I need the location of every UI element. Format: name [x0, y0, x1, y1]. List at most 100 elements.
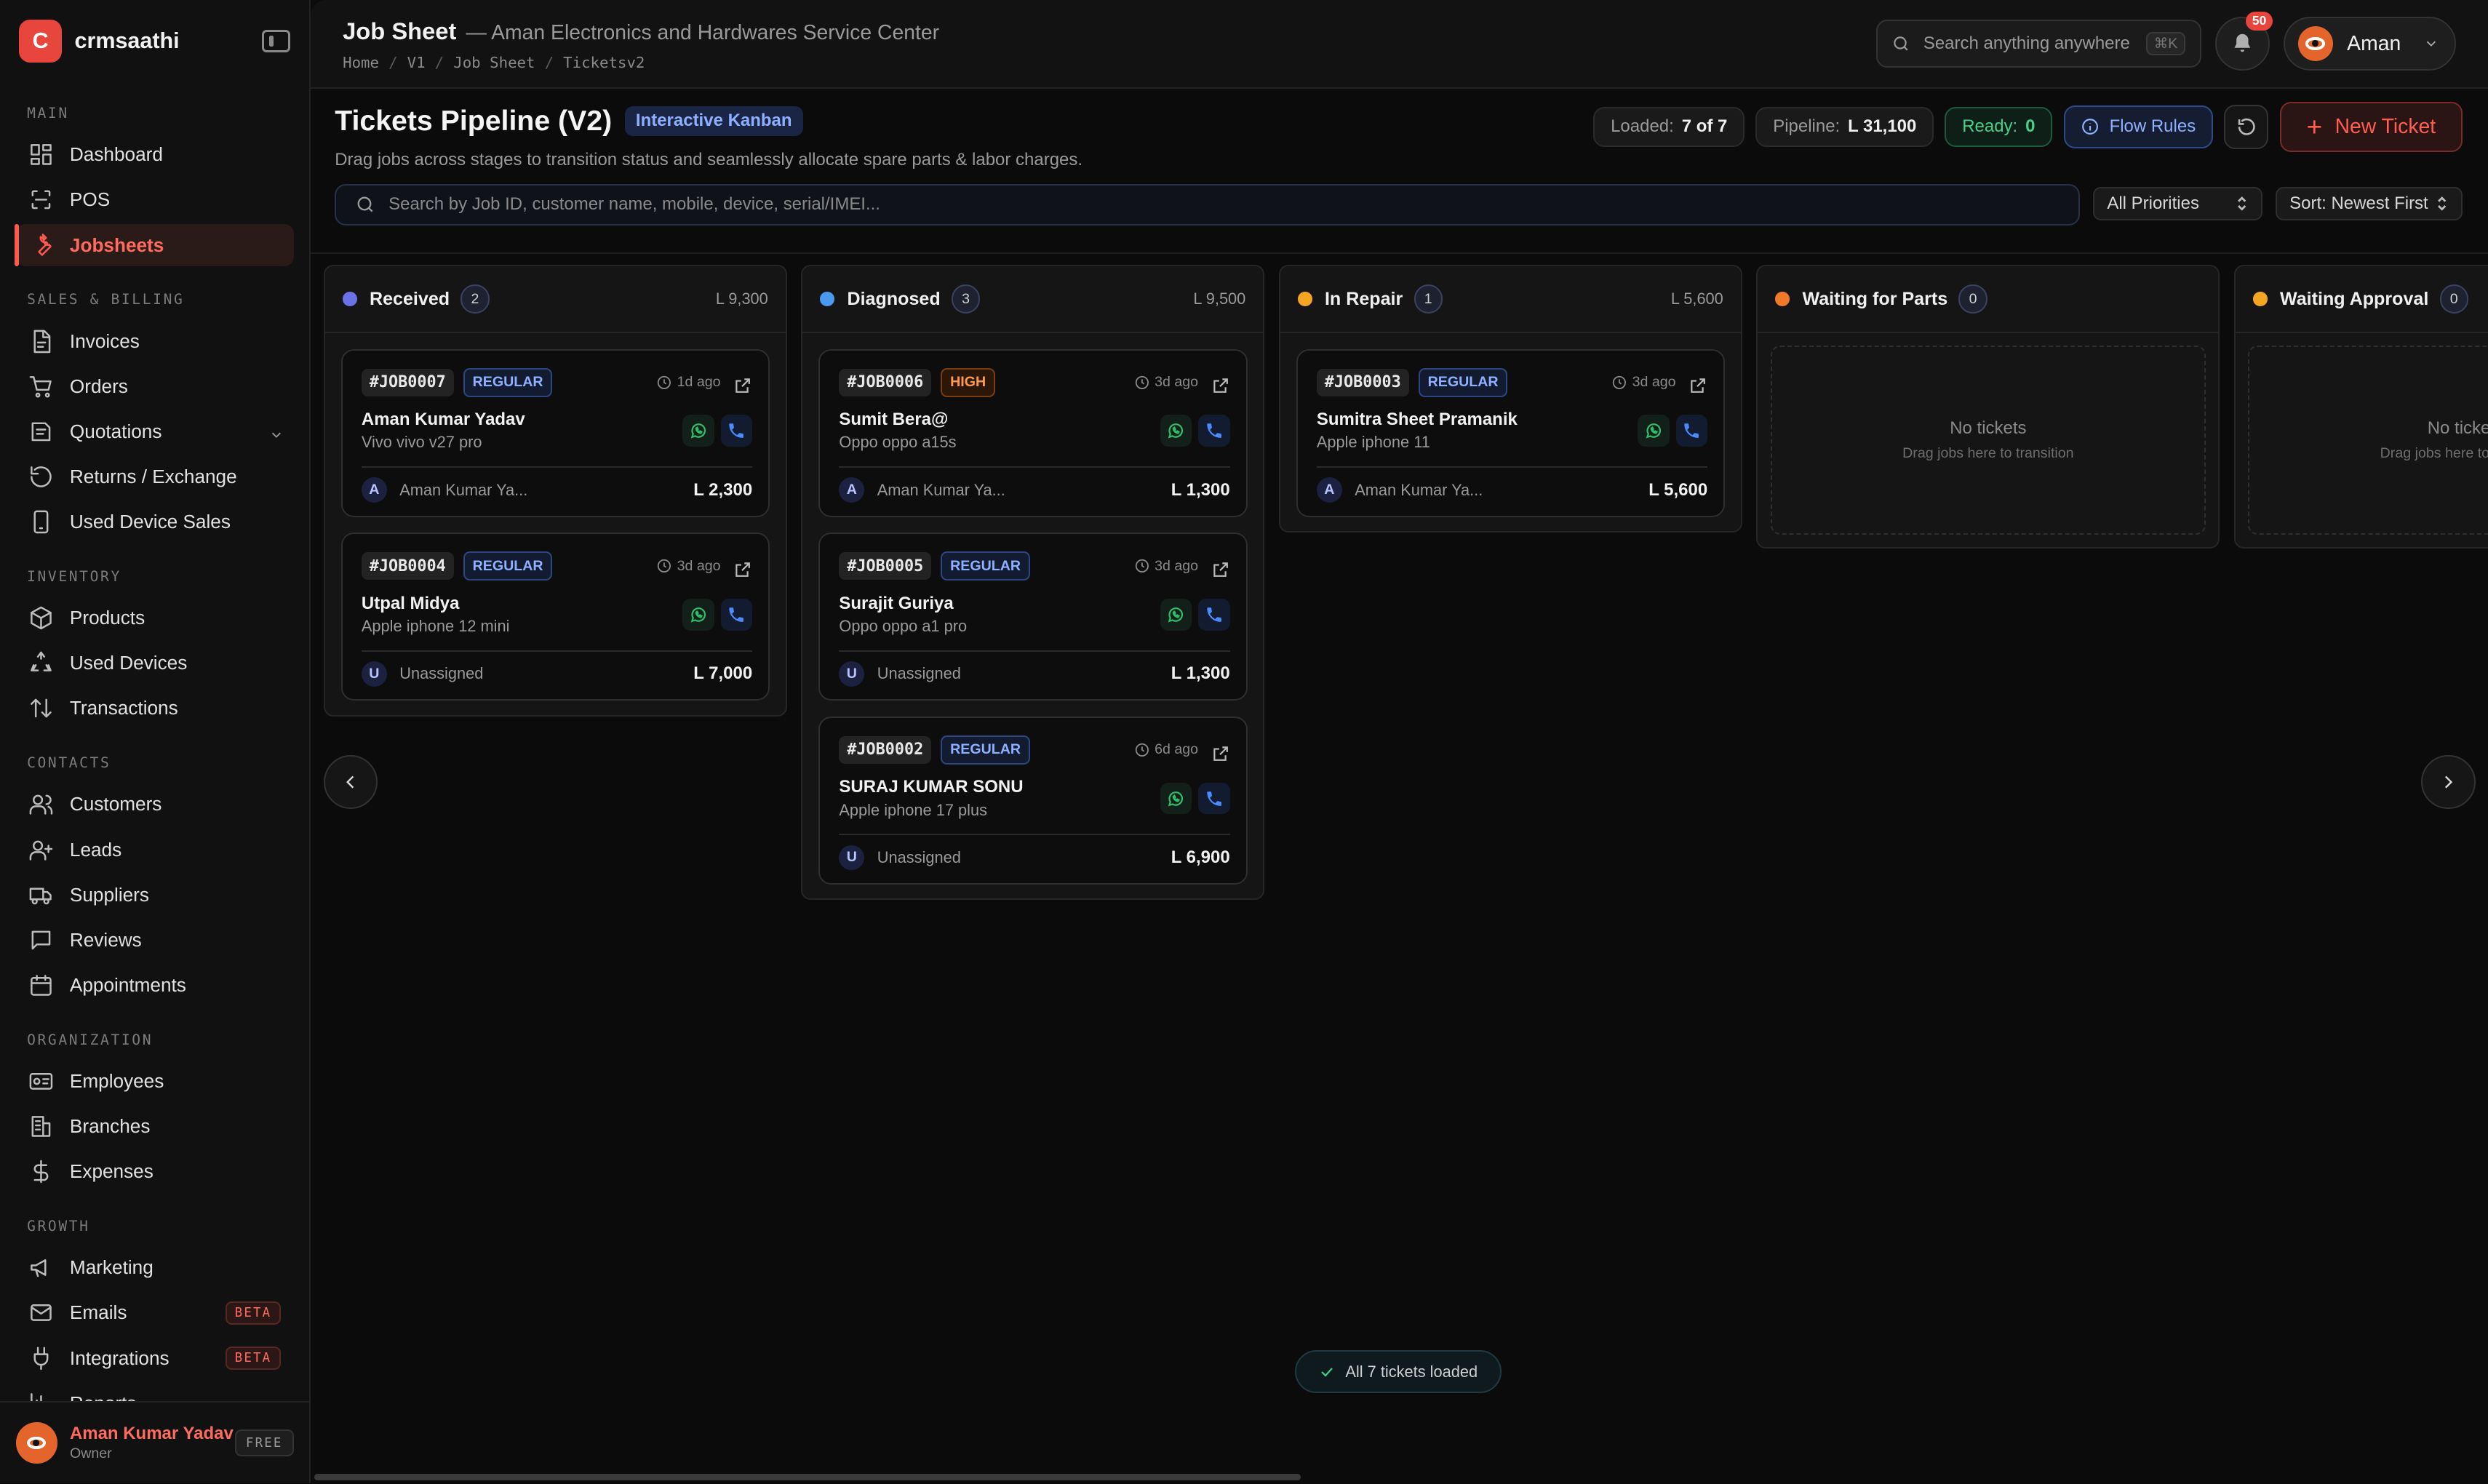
- sidebar-item-orders[interactable]: Orders: [16, 365, 294, 408]
- phone-icon[interactable]: [1198, 599, 1230, 631]
- sort-select[interactable]: Sort: Newest First: [2275, 187, 2463, 221]
- sidebar-item-suppliers[interactable]: Suppliers: [16, 874, 294, 917]
- job-id: #JOB0006: [839, 368, 932, 396]
- sidebar-item-leads[interactable]: Leads: [16, 829, 294, 871]
- phone-icon[interactable]: [1198, 415, 1230, 447]
- global-search-input[interactable]: Search anything anywhere ⌘K: [1875, 20, 2201, 68]
- customer-info: Sumitra Sheet Pramanik Apple iphone 11: [1317, 410, 1632, 452]
- profile-menu-button[interactable]: Aman: [2284, 16, 2457, 71]
- horizontal-scrollbar[interactable]: [311, 1471, 2487, 1483]
- dollar-icon: [28, 1159, 54, 1184]
- loaded-stat-label: Loaded:: [1611, 116, 1674, 137]
- priority-filter-select[interactable]: All Priorities: [2092, 187, 2263, 221]
- chevron-left-icon: [346, 775, 354, 789]
- flow-rules-button[interactable]: Flow Rules: [2063, 105, 2213, 148]
- phone-icon[interactable]: [720, 415, 753, 447]
- sidebar-item-jobsheets[interactable]: Jobsheets: [14, 223, 294, 267]
- whatsapp-icon[interactable]: [1160, 599, 1192, 631]
- external-link-icon[interactable]: [733, 373, 752, 394]
- ticket-card[interactable]: #JOB0003 REGULAR 3d ago Sumitra Sheet Prama…: [1296, 348, 1725, 517]
- breadcrumb-item[interactable]: V1: [407, 54, 426, 71]
- whatsapp-icon[interactable]: [682, 599, 714, 631]
- breadcrumb-item[interactable]: Home: [343, 54, 379, 71]
- column-count-badge: 0: [2439, 284, 2468, 314]
- external-link-icon[interactable]: [1211, 373, 1230, 394]
- ticket-card[interactable]: #JOB0002 REGULAR 6d ago SURAJ KUMAR SONU App…: [818, 716, 1248, 885]
- customer-info: Sumit Bera@ Oppo oppo a15s: [839, 410, 1154, 452]
- whatsapp-icon[interactable]: [1638, 415, 1670, 447]
- brand-logo[interactable]: C: [19, 20, 63, 63]
- box-icon: [28, 605, 54, 631]
- ticket-card[interactable]: #JOB0006 HIGH 3d ago Sumit Bera@ Oppo oppo a…: [818, 348, 1248, 517]
- external-link-icon[interactable]: [1211, 556, 1230, 577]
- external-link-icon[interactable]: [1688, 373, 1707, 394]
- sidebar-item-quotations[interactable]: Quotations: [16, 410, 294, 453]
- clock-icon: [1135, 559, 1149, 573]
- ticket-card[interactable]: #JOB0007 REGULAR 1d ago Aman Kumar Yadav Viv…: [340, 348, 770, 517]
- empty-dropzone[interactable]: No tickets Drag jobs here to transition: [2248, 346, 2488, 535]
- ticket-card[interactable]: #JOB0004 REGULAR 3d ago Utpal Midya Apple ip…: [340, 532, 770, 701]
- sidebar-item-branches[interactable]: Branches: [16, 1105, 294, 1148]
- sidebar-item-employees[interactable]: Employees: [16, 1060, 294, 1103]
- notifications-button[interactable]: 50: [2215, 12, 2273, 71]
- external-link-icon[interactable]: [733, 556, 752, 577]
- time-ago-text: 3d ago: [1155, 557, 1199, 574]
- sidebar-item-emails[interactable]: Emails BETA: [16, 1291, 294, 1334]
- empty-dropzone[interactable]: No tickets Drag jobs here to transition: [1770, 346, 2206, 535]
- sidebar-item-expenses[interactable]: Expenses: [16, 1150, 294, 1193]
- breadcrumb-separator: /: [544, 53, 554, 71]
- sidebar-item-transactions[interactable]: Transactions: [16, 687, 294, 730]
- sidebar-item-label: Transactions: [69, 697, 178, 719]
- whatsapp-icon[interactable]: [1160, 415, 1192, 447]
- cart-icon: [28, 374, 54, 399]
- column-count-badge: 1: [1414, 284, 1443, 314]
- new-ticket-button[interactable]: + New Ticket: [2279, 101, 2463, 153]
- clock-icon: [1135, 743, 1149, 757]
- whatsapp-icon[interactable]: [682, 415, 714, 447]
- ticket-search-input[interactable]: Search by Job ID, customer name, mobile,…: [335, 184, 2081, 226]
- scroll-right-button[interactable]: [2421, 755, 2476, 810]
- sidebar-item-integrations[interactable]: Integrations BETA: [16, 1337, 294, 1380]
- sidebar-item-invoices[interactable]: Invoices: [16, 320, 294, 363]
- avatar: [2297, 26, 2333, 62]
- external-link-icon[interactable]: [1211, 741, 1230, 761]
- sidebar-item-reviews[interactable]: Reviews: [16, 919, 294, 962]
- sidebar-item-appointments[interactable]: Appointments: [16, 964, 294, 1007]
- time-ago: 3d ago: [1134, 374, 1198, 391]
- sidebar-item-used-device-sales[interactable]: Used Device Sales: [16, 500, 294, 543]
- sidebar-item-pos[interactable]: POS: [16, 178, 294, 221]
- sidebar-item-used-devices[interactable]: Used Devices: [16, 642, 294, 685]
- phone-icon[interactable]: [1675, 415, 1708, 447]
- status-dot: [342, 292, 357, 306]
- kanban-column-in-repair: In Repair 1 L 5,600 #JOB0003 REGULAR 3d ago Su…: [1278, 265, 1742, 533]
- whatsapp-icon[interactable]: [1160, 782, 1192, 815]
- sidebar-item-dashboard[interactable]: Dashboard: [16, 133, 294, 176]
- sidebar-item-reports[interactable]: Reports: [16, 1382, 294, 1401]
- user-card[interactable]: Aman Kumar Yadav Owner FREE: [0, 1400, 310, 1483]
- scroll-left-button[interactable]: [323, 755, 378, 810]
- sidebar-item-customers[interactable]: Customers: [16, 783, 294, 826]
- sidebar-item-returns-exchange[interactable]: Returns / Exchange: [16, 455, 294, 498]
- scrollbar-thumb[interactable]: [314, 1474, 1301, 1480]
- chevron-down-icon: [268, 426, 281, 438]
- sidebar-item-label: Used Devices: [69, 652, 188, 674]
- sidebar-item-products[interactable]: Products: [16, 597, 294, 639]
- brand-name[interactable]: crmsaathi: [74, 28, 179, 54]
- breadcrumb-item[interactable]: Job Sheet: [453, 54, 535, 71]
- sidebar-collapse-icon[interactable]: [262, 30, 291, 52]
- breadcrumb-item[interactable]: Ticketsv2: [563, 54, 645, 71]
- refresh-button[interactable]: [2224, 104, 2269, 149]
- time-ago: 6d ago: [1134, 741, 1198, 758]
- global-search-placeholder: Search anything anywhere: [1923, 33, 2130, 54]
- phone-icon[interactable]: [720, 599, 753, 631]
- sidebar-item-label: Reports: [70, 1392, 137, 1401]
- sidebar-item-marketing[interactable]: Marketing: [16, 1246, 294, 1289]
- column-title: In Repair: [1324, 288, 1403, 309]
- status-dot: [820, 292, 835, 306]
- time-ago: 3d ago: [1611, 374, 1676, 391]
- breadcrumb-separator: /: [388, 53, 398, 71]
- ticket-card[interactable]: #JOB0005 REGULAR 3d ago Surajit Guriya Oppo …: [818, 532, 1248, 701]
- sidebar-nav: MAIN Dashboard POS Jobsheets SALES & BILLING…: [0, 82, 309, 1401]
- time-ago: 1d ago: [656, 374, 721, 391]
- phone-icon[interactable]: [1198, 782, 1230, 815]
